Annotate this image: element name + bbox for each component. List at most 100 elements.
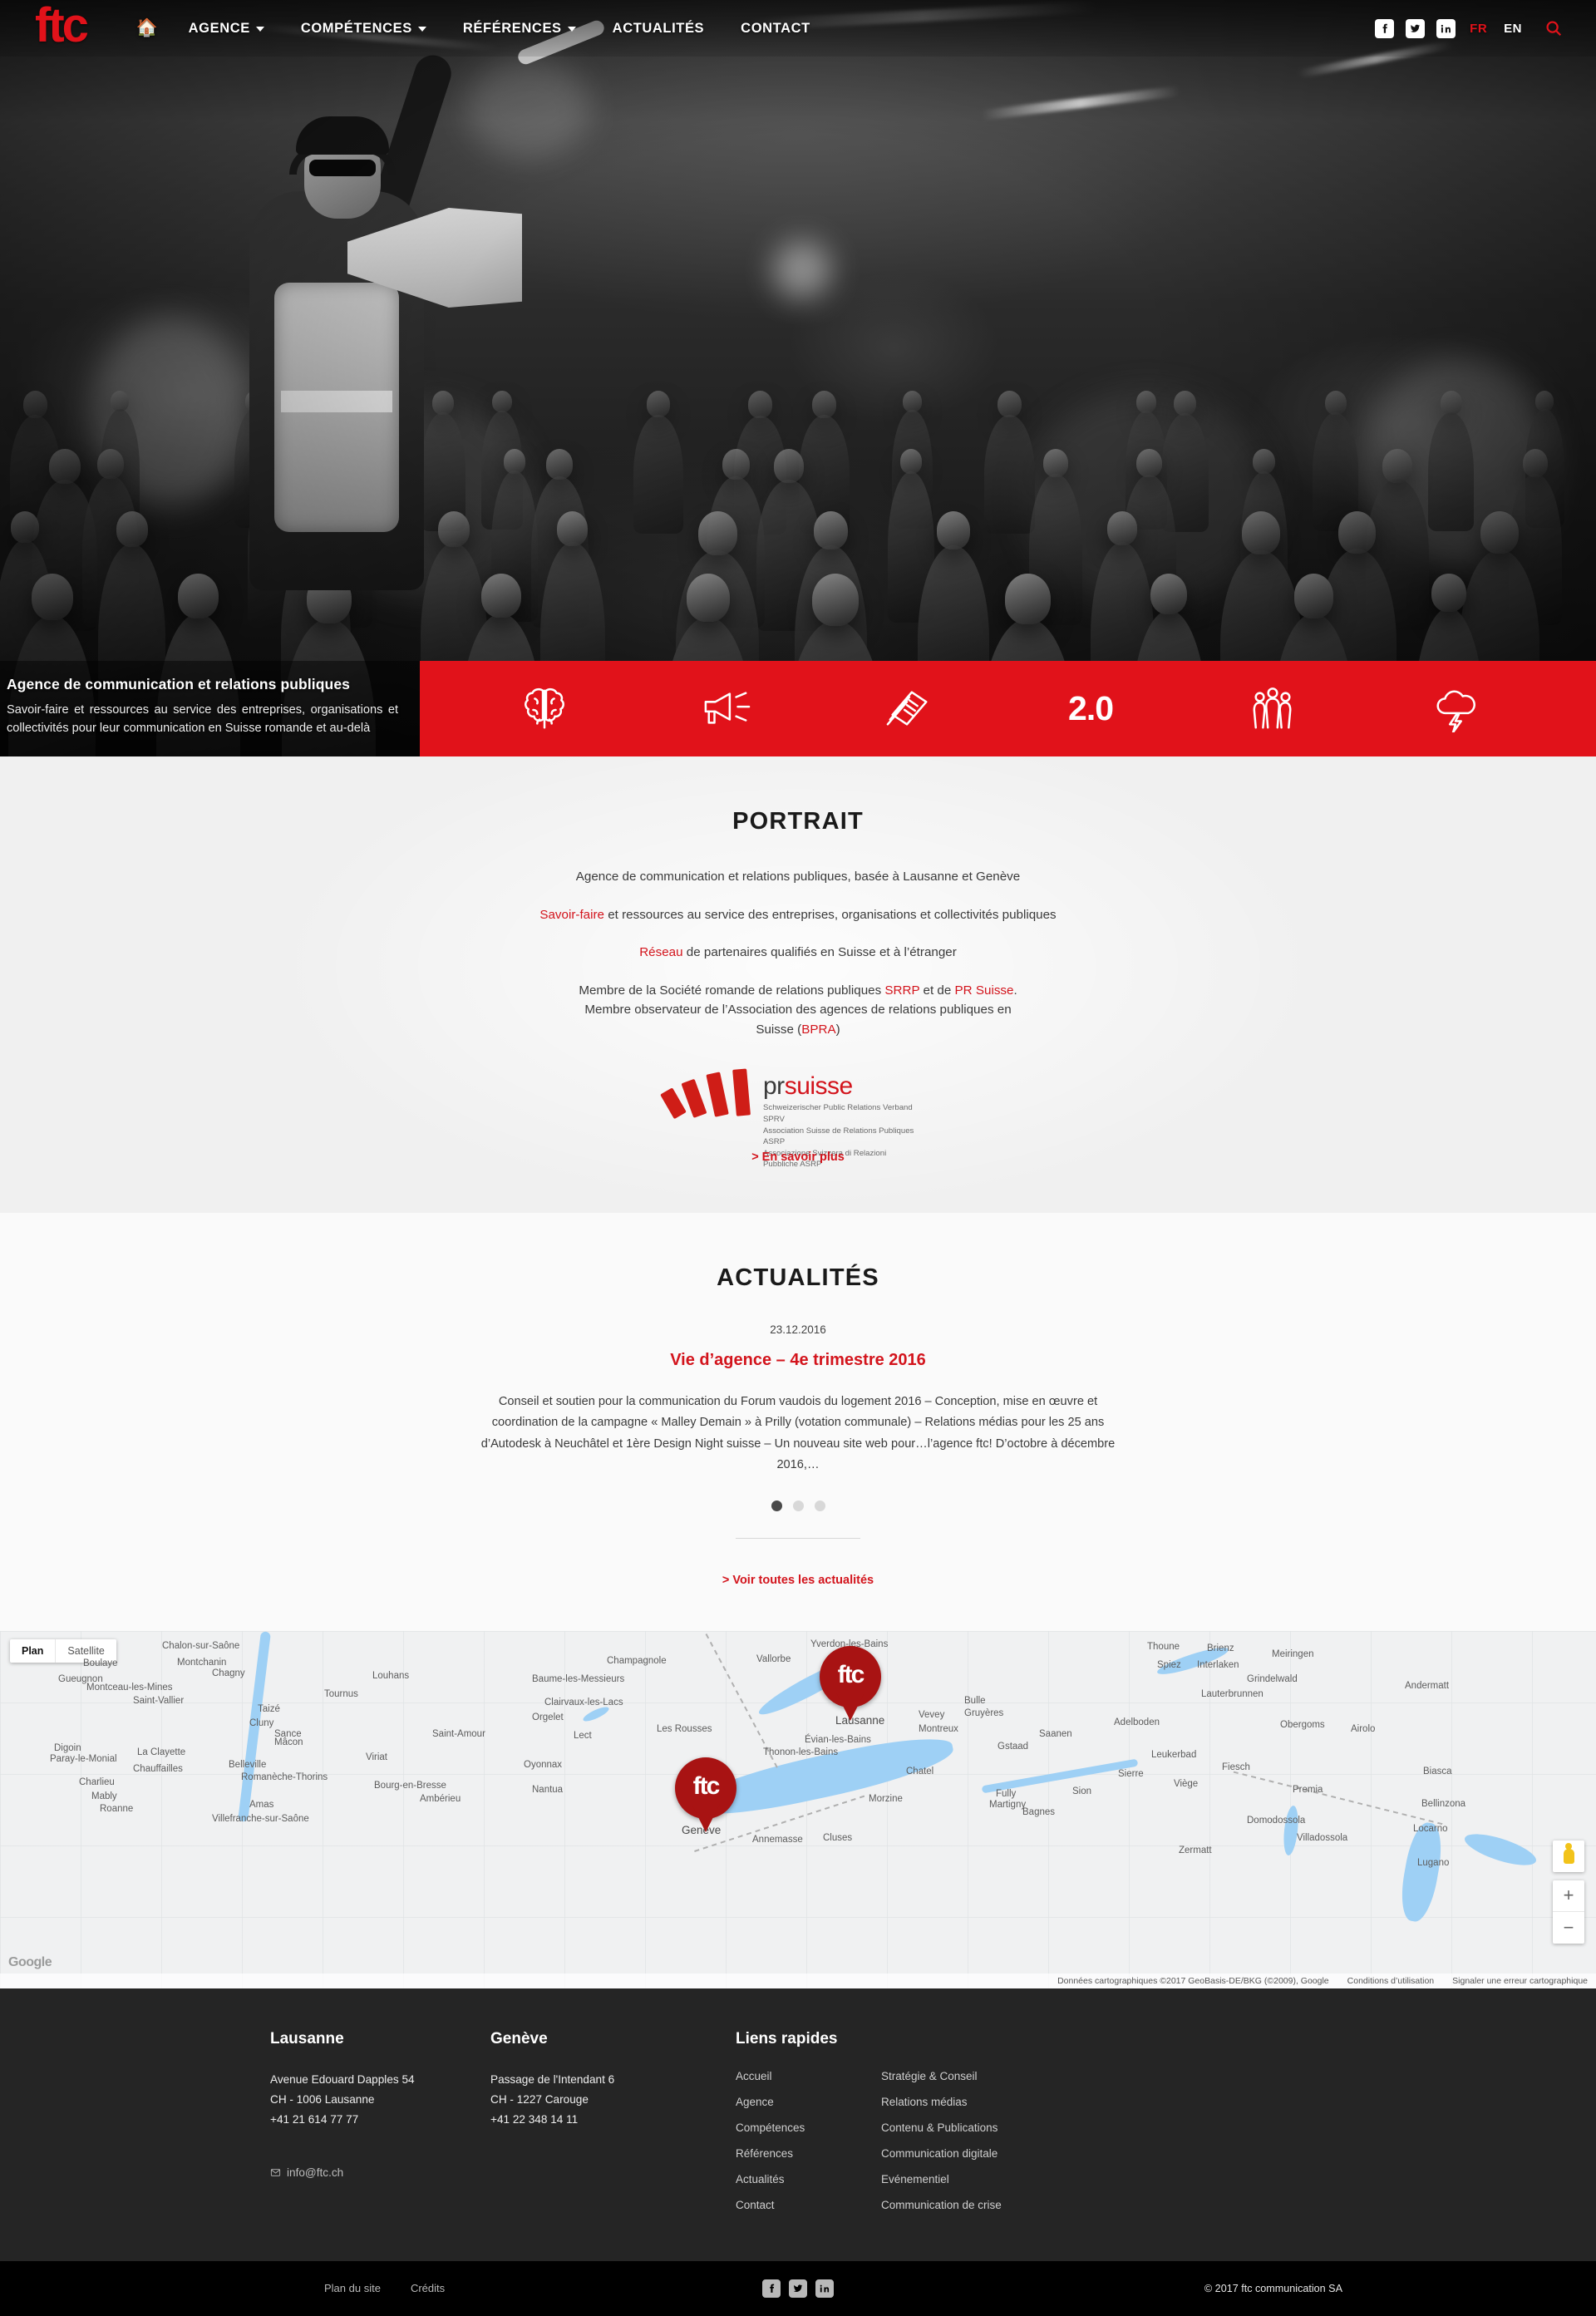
footer-link-communication-digitale[interactable]: Communication digitale — [881, 2147, 1002, 2160]
footer-link-plan-du-site[interactable]: Plan du site — [324, 2282, 381, 2294]
divider — [736, 1537, 860, 1539]
crowd-icon[interactable] — [1234, 677, 1311, 742]
map-place-label: Thonon-les-Bains — [763, 1747, 839, 1757]
newspapers-icon[interactable] — [870, 677, 947, 742]
map-zoom-in-button[interactable]: + — [1553, 1880, 1584, 1912]
map-report-error-link[interactable]: Signaler une erreur cartographique — [1452, 1976, 1588, 1986]
map-attribution-bar: Données cartographiques ©2017 GeoBasis-D… — [0, 1973, 1596, 1988]
footer-link-credits[interactable]: Crédits — [411, 2282, 445, 2294]
linkedin-icon[interactable] — [815, 2279, 834, 2298]
locations-map[interactable]: Plan Satellite Chalon-sur-Saône Boulaye Mo… — [0, 1630, 1596, 1988]
home-icon[interactable]: 🏠 — [125, 10, 170, 47]
footer-quicklinks-col-2: Stratégie & Conseil Relations médias Con… — [881, 2070, 1002, 2225]
map-place-label: Obergoms — [1280, 1719, 1325, 1730]
news-section: ACTUALITÉS 23.12.2016 Vie d’agence – 4e … — [0, 1213, 1596, 1631]
brain-icon[interactable] — [506, 677, 583, 742]
map-place-label: Belleville — [229, 1759, 267, 1770]
portrait-line-3: Réseau de partenaires qualifiés en Suiss… — [432, 943, 1164, 963]
street-view-pegman-icon[interactable] — [1553, 1840, 1584, 1872]
facebook-icon[interactable] — [762, 2279, 781, 2298]
footer-email-link[interactable]: info@ftc.ch — [270, 2166, 490, 2179]
footer-link-contact[interactable]: Contact — [736, 2199, 881, 2211]
map-place-label: Fiesch — [1222, 1762, 1250, 1772]
main-navigation: 🏠 AGENCE COMPÉTENCES RÉFÉRENCES ACTUALIT… — [125, 10, 829, 47]
map-marker-lausanne[interactable]: ftc — [820, 1645, 881, 1721]
footer-quicklinks-col-1: Accueil Agence Compétences Références Ac… — [736, 2070, 881, 2225]
map-place-label: Lect — [574, 1730, 592, 1741]
map-place-label: Clairvaux-les-Lacs — [544, 1697, 623, 1707]
site-footer: Lausanne Avenue Edouard Dapples 54 CH - … — [0, 1988, 1596, 2261]
suisse-text: suisse — [784, 1072, 854, 1101]
map-place-label: Fully — [996, 1788, 1017, 1799]
map-zoom-control[interactable]: + − — [1553, 1880, 1584, 1944]
footer-link-strategie-conseil[interactable]: Stratégie & Conseil — [881, 2070, 1002, 2082]
footer-link-agence[interactable]: Agence — [736, 2096, 881, 2108]
map-place-label: Vallorbe — [756, 1653, 791, 1664]
footer-link-contenu-publications[interactable]: Contenu & Publications — [881, 2121, 1002, 2134]
nav-label: RÉFÉRENCES — [462, 20, 562, 36]
carousel-dot-2[interactable] — [792, 1500, 804, 1511]
map-place-label: Sierre — [1118, 1768, 1144, 1779]
linkedin-icon[interactable] — [1436, 18, 1456, 38]
portrait-line-4-d: ) — [835, 1022, 840, 1037]
carousel-dot-3[interactable] — [814, 1500, 825, 1511]
map-place-label: Ambérieu — [420, 1793, 461, 1804]
map-place-label: Biasca — [1423, 1766, 1452, 1776]
map-place-label: Villadossola — [1297, 1832, 1348, 1843]
google-watermark: Google — [8, 1954, 52, 1969]
nav-item-agence[interactable]: AGENCE — [170, 12, 283, 45]
map-place-label: Airolo — [1351, 1723, 1376, 1734]
nav-item-references[interactable]: RÉFÉRENCES — [445, 12, 594, 45]
footer-link-accueil[interactable]: Accueil — [736, 2070, 881, 2082]
footer-heading-geneve: Genève — [490, 2029, 548, 2047]
en-savoir-plus-link[interactable]: > En savoir plus — [751, 1151, 845, 1164]
map-place-label: Leukerbad — [1151, 1749, 1197, 1760]
portrait-line-1: Agence de communication et relations pub… — [575, 870, 1021, 884]
lang-fr[interactable]: FR — [1467, 18, 1490, 39]
footer-link-relations-medias[interactable]: Relations médias — [881, 2096, 1002, 2108]
twitter-icon[interactable] — [789, 2279, 807, 2298]
map-place-label: Zermatt — [1179, 1845, 1212, 1855]
hero-bottom-strip: Agence de communication et relations pub… — [0, 661, 1596, 756]
portrait-line-3-rest: de partenaires qualifiés en Suisse et à … — [682, 945, 957, 960]
nav-item-competences[interactable]: COMPÉTENCES — [283, 12, 445, 45]
two-point-zero-text[interactable]: 2.0 — [1052, 677, 1129, 742]
portrait-link-bpra[interactable]: BPRA — [801, 1022, 835, 1037]
lang-en[interactable]: EN — [1501, 18, 1525, 39]
footer-link-communication-de-crise[interactable]: Communication de crise — [881, 2199, 1002, 2211]
carousel-dot-1[interactable] — [771, 1500, 782, 1511]
top-navigation-bar: ftc 🏠 AGENCE COMPÉTENCES RÉFÉRENCES ACTU… — [0, 0, 1596, 57]
map-place-label: Paray-le-Monial — [50, 1753, 117, 1764]
hero-vignette — [0, 0, 1596, 756]
map-place-label: Gstaad — [998, 1741, 1029, 1752]
pr-suisse-logo[interactable]: prsuisse Schweizerischer Public Relation… — [660, 1067, 923, 1169]
voir-toutes-actualites-link[interactable]: > Voir toutes les actualités — [722, 1574, 874, 1587]
footer-social-icons — [762, 2279, 834, 2298]
map-zoom-out-button[interactable]: − — [1553, 1912, 1584, 1944]
nav-label: ACTUALITÉS — [612, 20, 705, 36]
nav-item-contact[interactable]: CONTACT — [722, 12, 829, 45]
site-logo[interactable]: ftc — [35, 2, 89, 50]
services-icon-strip: 2.0 — [420, 661, 1596, 756]
search-icon[interactable] — [1544, 19, 1563, 37]
nav-item-actualites[interactable]: ACTUALITÉS — [594, 12, 723, 45]
footer-link-evenementiel[interactable]: Evénementiel — [881, 2173, 1002, 2185]
cloud-lightning-icon[interactable] — [1416, 677, 1493, 742]
pr-suisse-logo-bars — [660, 1067, 763, 1120]
map-marker-geneve[interactable]: ftc — [675, 1757, 736, 1832]
footer-link-competences[interactable]: Compétences — [736, 2121, 881, 2134]
megaphone-icon[interactable] — [688, 677, 765, 742]
map-place-label: Louhans — [372, 1670, 410, 1681]
twitter-icon[interactable] — [1406, 18, 1426, 38]
portrait-link-pr-suisse[interactable]: PR Suisse — [955, 983, 1014, 998]
map-place-label: Sance — [274, 1728, 302, 1739]
map-place-label: Nantua — [532, 1784, 564, 1795]
news-headline[interactable]: Vie d’agence – 4e trimestre 2016 — [0, 1351, 1596, 1370]
map-place-label: Orgelet — [532, 1712, 564, 1722]
map-type-plan[interactable]: Plan — [10, 1638, 57, 1663]
footer-link-actualites[interactable]: Actualités — [736, 2173, 881, 2185]
facebook-icon[interactable] — [1375, 18, 1395, 38]
footer-link-references[interactable]: Références — [736, 2147, 881, 2160]
portrait-link-srrp[interactable]: SRRP — [884, 983, 919, 998]
map-terms-link[interactable]: Conditions d’utilisation — [1347, 1976, 1434, 1986]
